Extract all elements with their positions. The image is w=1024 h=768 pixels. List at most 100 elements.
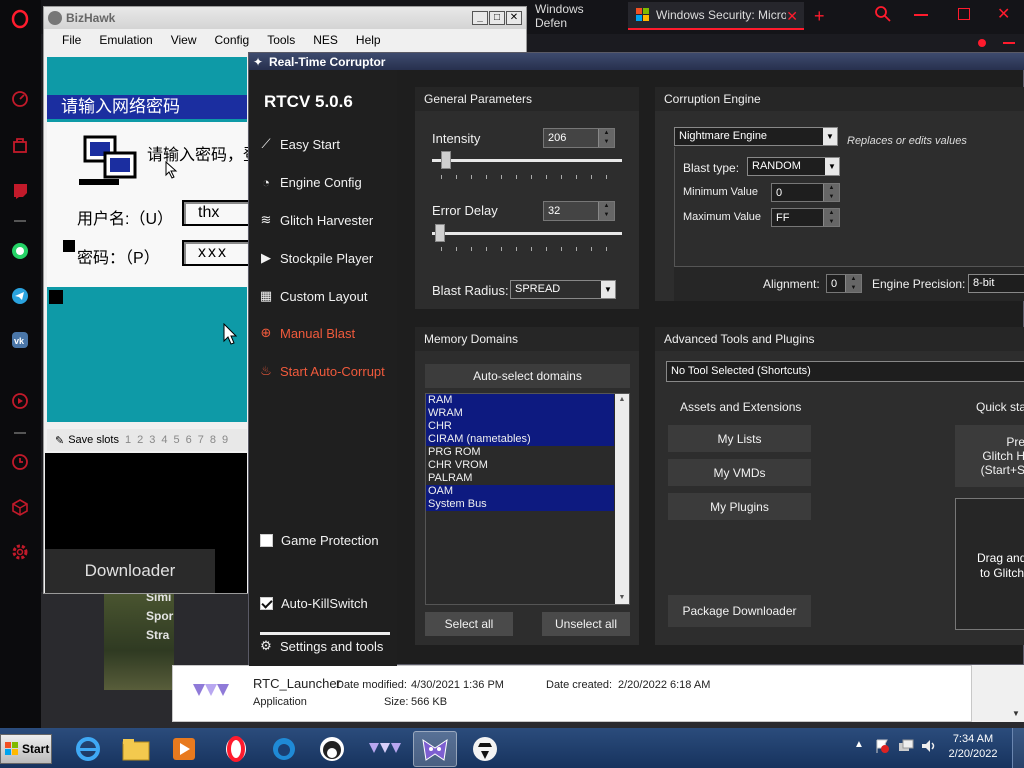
spinner-arrows-icon[interactable]: ▲ ▼ <box>823 184 839 201</box>
tool-select[interactable]: No Tool Selected (Shortcuts) <box>666 361 1024 382</box>
checkbox-box[interactable] <box>260 533 273 547</box>
list-item[interactable]: WRAM <box>426 407 614 420</box>
nav-custom-layout[interactable]: ▦ Custom Layout <box>258 286 368 306</box>
chevron-down-icon[interactable]: ▼ <box>825 158 839 175</box>
rtcv-titlebar[interactable]: ✦ Real-Time Corruptor <box>249 53 1024 70</box>
whatsapp-icon[interactable] <box>9 240 31 262</box>
new-tab-plus-icon[interactable]: + <box>814 6 825 27</box>
intensity-slider-thumb[interactable] <box>441 151 451 169</box>
spinner-arrows-icon[interactable]: ▲ ▼ <box>598 202 614 220</box>
tab-windows-defender[interactable]: Windows Defen <box>527 2 623 30</box>
list-scrollbar[interactable]: ▲ ▼ <box>615 394 629 604</box>
list-item[interactable]: CIRAM (nametables) <box>426 433 614 446</box>
save-slot[interactable]: 1 <box>125 434 131 446</box>
menu-help[interactable]: Help <box>347 33 390 47</box>
minimize-panel-icon[interactable] <box>1003 42 1015 44</box>
save-slot[interactable]: 8 <box>210 434 216 446</box>
alignment-spinner[interactable]: 0 ▲ ▼ <box>826 274 862 293</box>
show-desktop-button[interactable] <box>1012 728 1024 768</box>
bizhawk-titlebar[interactable]: BizHawk _ □ ✕ <box>44 7 526 29</box>
save-slot[interactable]: 7 <box>198 434 204 446</box>
restore-icon[interactable] <box>958 8 970 20</box>
menu-emulation[interactable]: Emulation <box>90 33 161 47</box>
bag-icon[interactable] <box>9 134 31 156</box>
save-slot[interactable]: 3 <box>149 434 155 446</box>
save-slot[interactable]: 4 <box>161 434 167 446</box>
memory-domain-list[interactable]: RAM WRAM CHR CIRAM (nametables) PRG ROM … <box>425 393 630 605</box>
password-field[interactable]: xxx <box>182 240 252 266</box>
emulator-screen[interactable]: 请输入网络密码 请输入密码，登 用户名:（U） thx 密码：（P） xxx <box>47 57 259 422</box>
vk-icon[interactable]: vk <box>9 329 31 351</box>
settings-gear-icon[interactable] <box>9 541 31 563</box>
nav-engine-config[interactable]: ◔ Engine Config <box>258 172 362 192</box>
search-tabs-icon[interactable] <box>875 6 891 25</box>
telegram-icon[interactable] <box>9 285 31 307</box>
penguin-icon[interactable] <box>310 731 354 767</box>
close-window-icon[interactable]: ✕ <box>997 4 1010 24</box>
unselect-all-button[interactable]: Unselect all <box>542 612 630 636</box>
action-center-flag-icon[interactable] <box>874 738 890 757</box>
volume-icon[interactable] <box>920 738 938 757</box>
checkbox-box[interactable] <box>260 596 273 610</box>
chevron-down-icon[interactable]: ▼ <box>823 128 837 145</box>
spy-app-icon[interactable] <box>463 731 507 767</box>
close-button[interactable]: ✕ <box>506 11 522 25</box>
blast-radius-select[interactable]: SPREAD ▼ <box>510 280 616 299</box>
maximize-button[interactable]: □ <box>489 11 505 25</box>
list-item[interactable]: PRG ROM <box>426 446 629 459</box>
player-icon[interactable] <box>9 390 31 412</box>
nav-settings-and-tools[interactable]: ⚙ Settings and tools <box>258 636 383 656</box>
folder-icon[interactable] <box>114 731 158 767</box>
opera-icon[interactable] <box>9 8 31 30</box>
scroll-up-arrow-icon[interactable]: ▲ <box>615 394 629 406</box>
minimize-button[interactable]: _ <box>472 11 488 25</box>
list-item[interactable]: RAM <box>426 394 614 407</box>
save-slot[interactable]: 2 <box>137 434 143 446</box>
blast-type-select[interactable]: RANDOM ▼ <box>747 157 840 176</box>
save-slot[interactable]: 9 <box>222 434 228 446</box>
my-plugins-button[interactable]: My Plugins <box>668 493 811 520</box>
tab-windows-security[interactable]: Windows Security: Microso ✕ <box>628 2 804 30</box>
username-field[interactable]: thx <box>182 200 252 226</box>
minimize-icon[interactable] <box>914 14 928 16</box>
list-item[interactable]: CHR <box>426 420 614 433</box>
spinner-arrows-icon[interactable]: ▲ ▼ <box>845 275 861 292</box>
cube-icon[interactable] <box>9 496 31 518</box>
menu-file[interactable]: File <box>44 33 90 47</box>
network-icon[interactable] <box>898 738 914 757</box>
list-item[interactable]: OAM <box>426 485 614 498</box>
error-delay-slider-track[interactable] <box>432 232 622 235</box>
menu-nes[interactable]: NES <box>304 33 347 47</box>
twitch-icon[interactable] <box>9 180 31 202</box>
quick-start-button[interactable]: Pre Glitch H (Start+S <box>955 425 1024 487</box>
minimum-value-spinner[interactable]: 0 ▲ ▼ <box>771 183 840 202</box>
rtcv-icon[interactable] <box>413 731 457 767</box>
list-item[interactable]: System Bus <box>426 498 614 511</box>
auto-select-domains-button[interactable]: Auto-select domains <box>425 364 630 388</box>
maximum-value-spinner[interactable]: FF ▲ ▼ <box>771 208 840 227</box>
engine-select[interactable]: Nightmare Engine ▼ <box>674 127 838 146</box>
nav-easy-start[interactable]: ⟋ Easy Start <box>258 134 340 154</box>
engine-precision-select[interactable]: 8-bit <box>968 274 1024 293</box>
save-slot[interactable]: 6 <box>186 434 192 446</box>
my-lists-button[interactable]: My Lists <box>668 425 811 452</box>
nav-stockpile-player[interactable]: ▶ Stockpile Player <box>258 248 373 268</box>
error-delay-slider-thumb[interactable] <box>435 224 445 242</box>
spinner-arrows-icon[interactable]: ▲ ▼ <box>823 209 839 226</box>
show-hidden-icons-chevron-icon[interactable]: ▲ <box>854 739 864 750</box>
scroll-down-arrow-icon[interactable]: ▼ <box>615 592 629 604</box>
error-delay-spinner[interactable]: 32 ▲ ▼ <box>543 201 615 221</box>
downloader-button[interactable]: Downloader <box>45 549 215 593</box>
menu-tools[interactable]: Tools <box>258 33 304 47</box>
spinner-arrows-icon[interactable]: ▲ ▼ <box>598 129 614 147</box>
nav-start-auto-corrupt[interactable]: ♨ Start Auto-Corrupt <box>258 361 385 381</box>
nav-glitch-harvester[interactable]: ≋ Glitch Harvester <box>258 210 374 230</box>
nav-manual-blast[interactable]: ⊕ Manual Blast <box>258 323 356 343</box>
my-vmds-button[interactable]: My VMDs <box>668 459 811 486</box>
internet-explorer-icon[interactable] <box>66 731 110 767</box>
media-player-icon[interactable] <box>162 731 206 767</box>
history-clock-icon[interactable] <box>9 451 31 473</box>
list-item[interactable]: CHR VROM <box>426 459 629 472</box>
edge-icon[interactable] <box>262 731 306 767</box>
taskbar-clock[interactable]: 7:34 AM 2/20/2022 <box>938 732 1008 762</box>
